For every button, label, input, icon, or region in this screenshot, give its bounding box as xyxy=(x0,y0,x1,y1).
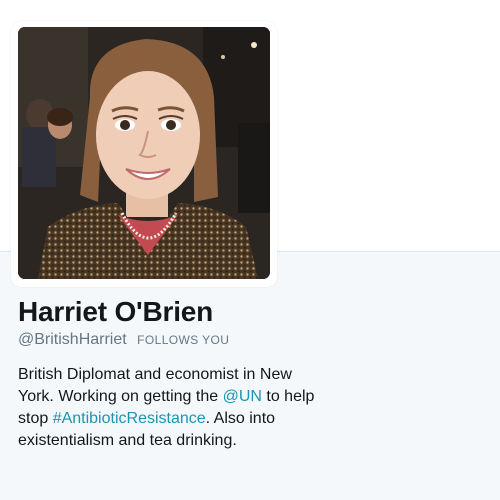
profile-name[interactable]: Harriet O'Brien xyxy=(18,296,213,328)
bio-text: . Also into xyxy=(205,410,276,427)
bio-text: to help xyxy=(261,388,315,405)
avatar-photo xyxy=(18,27,270,279)
bio-line-1: British Diplomat and economist in New xyxy=(18,366,292,383)
profile-handle[interactable]: @BritishHarriet xyxy=(18,331,127,348)
avatar-frame xyxy=(11,21,277,287)
handle-row: @BritishHarriet FOLLOWS YOU xyxy=(18,331,229,349)
mention-link-un[interactable]: @UN xyxy=(223,388,262,405)
bio-text: York. Working on getting the xyxy=(18,388,223,405)
bio-text: stop xyxy=(18,410,53,427)
profile-bio: British Diplomat and economist in New Yo… xyxy=(18,364,348,452)
bio-line-2: York. Working on getting the @UN to help xyxy=(18,386,348,408)
bio-line-3: stop #AntibioticResistance. Also into xyxy=(18,408,348,430)
follows-you-badge: FOLLOWS YOU xyxy=(137,333,230,347)
avatar[interactable] xyxy=(18,27,270,279)
bio-line-4: existentialism and tea drinking. xyxy=(18,432,237,449)
hashtag-link-antibioticresistance[interactable]: #AntibioticResistance xyxy=(53,410,206,427)
profile-card: Harriet O'Brien @BritishHarriet FOLLOWS … xyxy=(0,0,500,500)
